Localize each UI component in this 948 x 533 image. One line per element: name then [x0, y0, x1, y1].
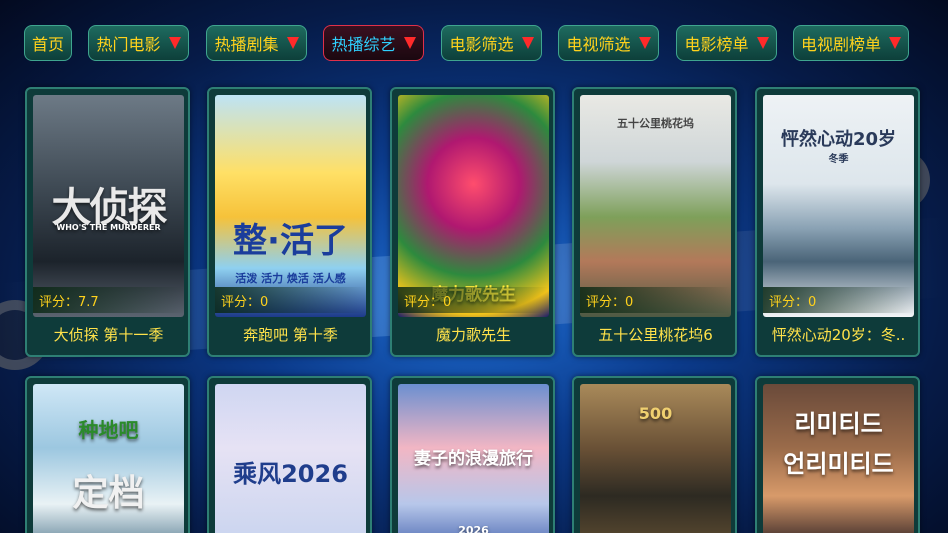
poster-image: 魔力歌先生 [398, 95, 549, 317]
poster-image: 种地吧 定档 [33, 384, 184, 533]
nav-hot-variety[interactable]: 热播综艺 [323, 25, 424, 61]
nav-hot-movies[interactable]: 热门电影 [88, 25, 189, 61]
poster-title-art: 种地吧 [78, 418, 139, 442]
nav-label: 热播综艺 [331, 35, 396, 54]
poster-title-art: 整·活了 [233, 221, 348, 261]
nav-label: 电视剧榜单 [800, 35, 881, 54]
media-card[interactable]: 五十公里桃花坞 评分：0 五十公里桃花坞6 [572, 87, 737, 357]
media-card[interactable]: 种地吧 定档 [25, 376, 190, 533]
nav-label: 电影榜单 [684, 35, 749, 54]
dropdown-arrow-icon [286, 37, 299, 49]
card-title: 魔力歌先生 [435, 325, 511, 344]
nav-label: 首页 [31, 35, 64, 54]
score-label: 评分：0 [398, 287, 549, 313]
poster-subtitle-art: 2026 [458, 524, 489, 533]
nav-tv-chart[interactable]: 电视剧榜单 [793, 25, 909, 61]
poster-title-art: 五十公里桃花坞 [617, 117, 694, 130]
score-label: 评分：7.7 [33, 287, 184, 313]
dropdown-arrow-icon [403, 37, 416, 49]
nav-movie-filter[interactable]: 电影筛选 [441, 25, 542, 61]
poster-title-art: 妻子的浪漫旅行 [414, 449, 533, 469]
nav-movie-chart[interactable]: 电影榜单 [676, 25, 777, 61]
poster-subtitle-art: 活泼 活力 焕活 活人感 [235, 272, 346, 285]
dropdown-arrow-icon [889, 37, 901, 49]
poster-image: 乘风2026 [215, 384, 366, 533]
card-title: 五十公里桃花坞6 [598, 325, 713, 344]
card-title: 奔跑吧 第十季 [243, 325, 338, 344]
media-card[interactable]: 整·活了 活泼 活力 焕活 活人感 评分：0 奔跑吧 第十季 [207, 87, 372, 357]
poster-title-art: 리미티드 [794, 410, 883, 438]
media-card[interactable]: 乘风2026 [207, 376, 372, 533]
poster-image: 整·活了 活泼 活力 焕活 活人感 [215, 95, 366, 317]
nav-label: 热门电影 [96, 35, 161, 54]
poster-image: 怦然心动20岁 冬季 [763, 95, 914, 317]
nav-tv-filter[interactable]: 电视筛选 [558, 25, 659, 61]
poster-image: 리미티드 언리미티드 [763, 384, 914, 533]
nav-label: 电视筛选 [566, 35, 631, 54]
poster-image: 500 [580, 384, 731, 533]
poster-title-art: 乘风2026 [233, 460, 348, 488]
nav-home[interactable]: 首页 [24, 25, 72, 61]
poster-title-art: 500 [638, 404, 673, 423]
dropdown-arrow-icon [638, 37, 651, 49]
score-label: 评分：0 [763, 287, 914, 313]
poster-image: 五十公里桃花坞 [580, 95, 731, 317]
poster-subtitle-art: 冬季 [828, 154, 849, 165]
poster-image: 妻子的浪漫旅行 2026 [398, 384, 549, 533]
card-title: 大侦探 第十一季 [53, 325, 164, 344]
nav-label: 热播剧集 [214, 35, 279, 54]
poster-subtitle-art: 定档 [72, 473, 145, 514]
media-card[interactable]: 怦然心动20岁 冬季 评分：0 怦然心动20岁：冬.. [755, 87, 920, 357]
poster-subtitle-art: 언리미티드 [783, 450, 894, 478]
media-card[interactable]: 魔力歌先生 评分：0 魔力歌先生 [390, 87, 555, 357]
media-card[interactable]: 리미티드 언리미티드 [755, 376, 920, 533]
media-card[interactable]: 500 [572, 376, 737, 533]
nav-hot-series[interactable]: 热播剧集 [206, 25, 307, 61]
poster-image: 大侦探 WHO'S THE MURDERER [33, 95, 184, 317]
poster-subtitle-art: WHO'S THE MURDERER [56, 223, 161, 232]
nav-label: 电影筛选 [449, 35, 514, 54]
score-label: 评分：0 [580, 287, 731, 313]
score-label: 评分：0 [215, 287, 366, 313]
dropdown-arrow-icon [521, 37, 534, 49]
media-card[interactable]: 大侦探 WHO'S THE MURDERER 评分：7.7 大侦探 第十一季 [25, 87, 190, 357]
dropdown-arrow-icon [168, 37, 181, 49]
dropdown-arrow-icon [756, 37, 769, 49]
media-card[interactable]: 妻子的浪漫旅行 2026 [390, 376, 555, 533]
card-title: 怦然心动20岁：冬.. [771, 325, 906, 344]
poster-title-art: 怦然心动20岁 [780, 129, 897, 150]
